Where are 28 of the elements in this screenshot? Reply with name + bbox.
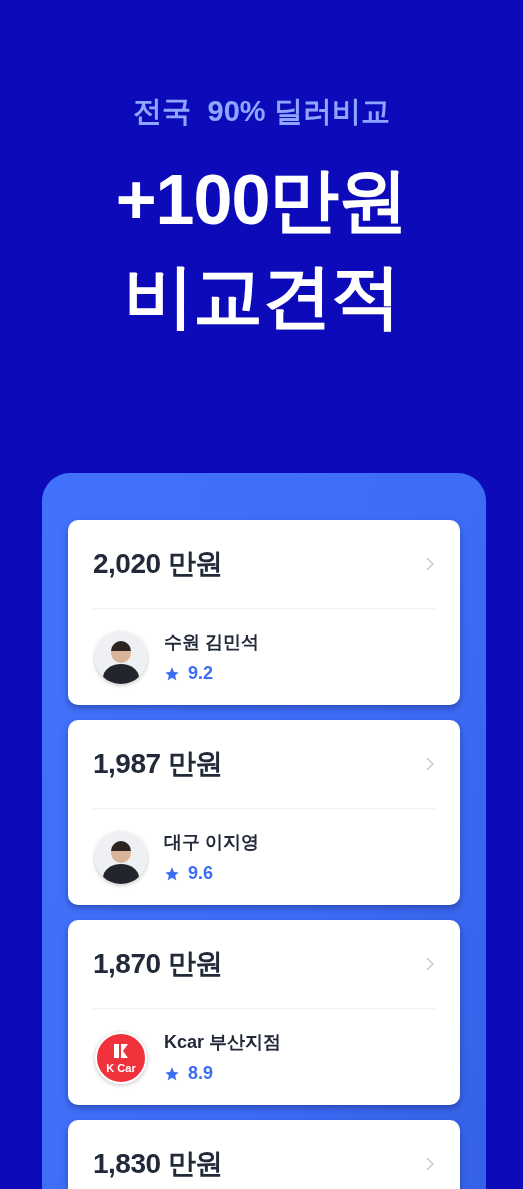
quote-card[interactable]: 1,987 만원 대구 이지영 9.6 <box>68 720 460 905</box>
chevron-right-icon <box>425 756 435 772</box>
chevron-right-icon <box>425 956 435 972</box>
logo-mark-icon <box>113 1042 129 1059</box>
chevron-right-icon <box>425 1156 435 1172</box>
rating-text: 9.6 <box>188 862 214 885</box>
dealer-name: 수원 김민석 <box>164 631 259 654</box>
star-icon <box>164 665 180 682</box>
chevron-right-icon <box>425 556 435 572</box>
star-icon <box>164 1065 180 1082</box>
quote-card[interactable]: 1,830 만원 <box>68 1120 460 1189</box>
price-text: 1,987 만원 <box>93 747 223 781</box>
price-text: 1,830 만원 <box>93 1147 223 1181</box>
dealer-name: Kcar 부산지점 <box>164 1031 282 1054</box>
dealer-name: 대구 이지영 <box>164 831 259 854</box>
subtitle: 전국 90% 딜러비교 <box>133 94 390 129</box>
price-text: 2,020 만원 <box>93 547 223 581</box>
headline: 비교견적 <box>123 255 400 337</box>
quote-card[interactable]: 1,870 만원 K Car Kcar 부산지점 8.9 <box>68 920 460 1105</box>
headline: +100만원 <box>115 159 408 241</box>
rating-text: 9.2 <box>188 662 214 685</box>
logo-text: K Car <box>106 1062 136 1074</box>
avatar <box>95 632 147 684</box>
quote-card[interactable]: 2,020 만원 수원 김민석 9.2 <box>68 520 460 705</box>
avatar <box>95 832 147 884</box>
price-text: 1,870 만원 <box>93 947 223 981</box>
rating-text: 8.9 <box>188 1062 214 1085</box>
star-icon <box>164 865 180 882</box>
